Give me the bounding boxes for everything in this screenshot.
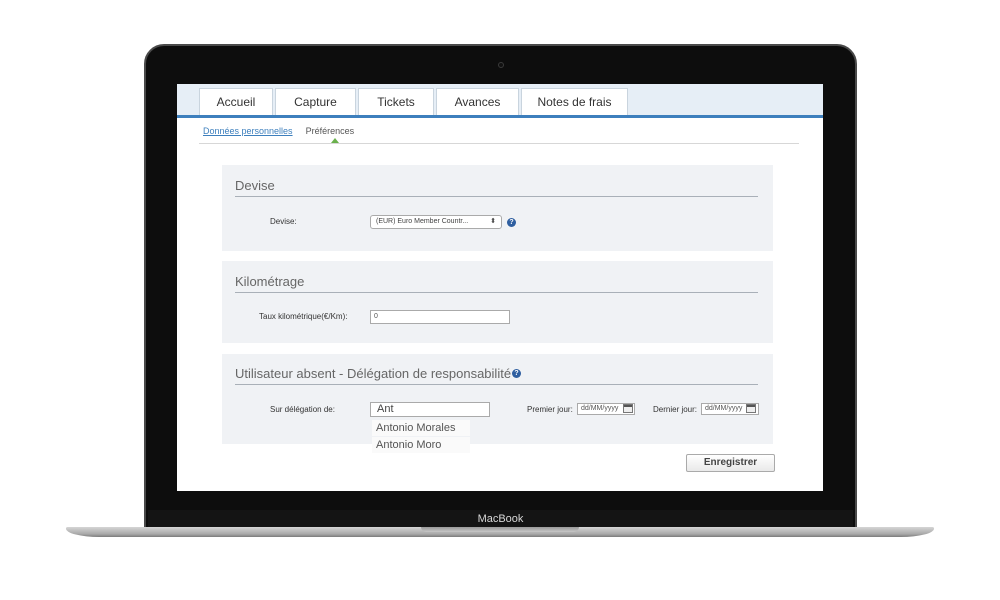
delegation-label: Sur délégation de: xyxy=(270,405,335,414)
first-day-calendar-icon[interactable] xyxy=(623,404,633,413)
last-day-calendar-icon[interactable] xyxy=(746,404,756,413)
laptop-brand-label: MacBook xyxy=(477,513,524,525)
laptop-base-notch xyxy=(421,527,579,532)
subnav-preferences[interactable]: Préférences xyxy=(306,126,355,136)
kilometrage-panel: Kilométrage Taux kilométrique(€/Km): 0 xyxy=(222,261,773,343)
tab-accueil[interactable]: Accueil xyxy=(199,88,273,115)
devise-help-icon[interactable]: ? xyxy=(507,218,516,227)
mileage-rate-input[interactable]: 0 xyxy=(370,310,510,324)
subnav-personal-data-link[interactable]: Données personnelles xyxy=(203,126,293,136)
save-button[interactable]: Enregistrer xyxy=(686,454,775,472)
currency-select[interactable]: (EUR) Euro Member Countr... ⬍ xyxy=(370,215,502,229)
tab-tickets[interactable]: Tickets xyxy=(358,88,434,115)
delegation-rule xyxy=(235,384,758,385)
last-day-label: Dernier jour: xyxy=(653,405,698,414)
mileage-rate-label: Taux kilométrique(€/Km): xyxy=(259,312,348,321)
suggestion-item[interactable]: Antonio Morales xyxy=(372,420,470,436)
devise-label: Devise: xyxy=(270,217,297,226)
sub-navigation: Données personnelles Préférences xyxy=(203,126,354,136)
webcam-icon xyxy=(498,62,504,68)
first-day-label: Premier jour: xyxy=(527,405,573,414)
delegation-help-icon[interactable]: ? xyxy=(512,369,521,378)
delegation-panel: Utilisateur absent - Délégation de respo… xyxy=(222,354,773,444)
delegate-search-input[interactable]: Ant xyxy=(370,402,490,417)
app-screen: Accueil Capture Tickets Avances Notes de… xyxy=(177,84,823,491)
tab-avances[interactable]: Avances xyxy=(436,88,519,115)
tab-capture[interactable]: Capture xyxy=(275,88,356,115)
kilometrage-rule xyxy=(235,292,758,293)
select-arrows-icon: ⬍ xyxy=(490,218,496,225)
main-tab-bar: Accueil Capture Tickets Avances Notes de… xyxy=(177,84,823,118)
suggestion-item[interactable]: Antonio Moro xyxy=(372,437,470,453)
kilometrage-title: Kilométrage xyxy=(235,274,305,289)
tab-notes-de-frais[interactable]: Notes de frais xyxy=(521,88,628,115)
currency-select-value: (EUR) Euro Member Countr... xyxy=(376,218,469,225)
devise-rule xyxy=(235,196,758,197)
devise-title: Devise xyxy=(235,178,275,193)
devise-panel: Devise Devise: (EUR) Euro Member Countr.… xyxy=(222,165,773,251)
subnav-divider xyxy=(199,143,799,144)
delegation-title: Utilisateur absent - Délégation de respo… xyxy=(235,366,512,381)
